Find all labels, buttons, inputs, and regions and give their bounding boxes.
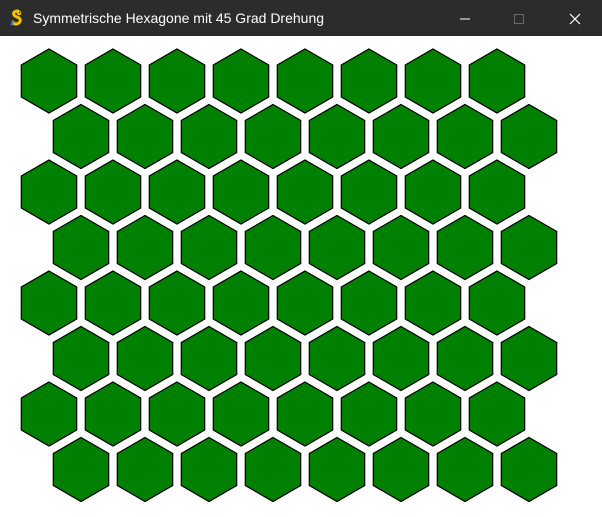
title-bar[interactable]: Symmetrische Hexagone mit 45 Grad Drehun… [0,0,602,36]
hexagon [116,436,174,503]
hexagon [20,48,78,114]
hexagon [244,436,302,503]
hexagon [52,103,110,170]
hexagon [52,214,110,281]
hexagon [52,325,110,392]
hexagon [116,214,174,281]
hexagon [372,325,430,392]
maximize-button[interactable] [495,0,541,36]
hexagon [148,270,206,336]
hexagon [84,381,142,447]
pygame-snake-icon [9,9,27,27]
hexagon [340,270,398,336]
hexagon [468,48,526,114]
hexagon [84,48,142,114]
hexagon [276,381,334,447]
hexagon [308,325,366,392]
hexagon [372,103,430,170]
hexagon [308,436,366,503]
hexagon [116,103,174,170]
hexagon [468,270,526,336]
hexagon [436,214,494,281]
hexagon [404,48,462,114]
hexagon [500,436,558,503]
hexagon [340,48,398,114]
hexagon [308,214,366,281]
close-icon [569,13,581,25]
hexagon [116,325,174,392]
hexagon [244,214,302,281]
hexagon [500,325,558,392]
hexagon [84,159,142,225]
hexagon [212,48,270,114]
hexagon [20,159,78,225]
hexagon [404,381,462,447]
hexagon [308,103,366,170]
hexagon [180,436,238,503]
drawing-canvas [0,36,602,517]
hexagon [180,325,238,392]
hexagon [372,214,430,281]
hexagon [276,48,334,114]
hexagon [468,159,526,225]
hexagon [52,436,110,503]
hexagon [276,159,334,225]
minimize-icon [460,18,470,20]
hexagon [436,325,494,392]
hexagon [500,214,558,281]
hexagon [148,48,206,114]
hexagon [212,159,270,225]
hexagon [180,103,238,170]
hexagon [244,325,302,392]
window-title: Symmetrische Hexagone mit 45 Grad Drehun… [33,10,325,26]
maximize-icon [514,14,524,24]
hexagon [20,381,78,447]
hexagon-grid [20,48,558,503]
hexagon [340,381,398,447]
hexagon [148,381,206,447]
hexagon [436,103,494,170]
hexagon [84,270,142,336]
hexagon [212,381,270,447]
hexagon [340,159,398,225]
hexagon [180,214,238,281]
hexagon [276,270,334,336]
hexagon [244,103,302,170]
hexagon [436,436,494,503]
hexagon [500,103,558,170]
hexagon [212,270,270,336]
app-window: Symmetrische Hexagone mit 45 Grad Drehun… [0,0,602,517]
hexagon [468,381,526,447]
minimize-button[interactable] [441,0,487,36]
hexagon [372,436,430,503]
hexagon [20,270,78,336]
hexagon [148,159,206,225]
hexagon [404,270,462,336]
close-button[interactable] [551,0,597,36]
hexagon [404,159,462,225]
